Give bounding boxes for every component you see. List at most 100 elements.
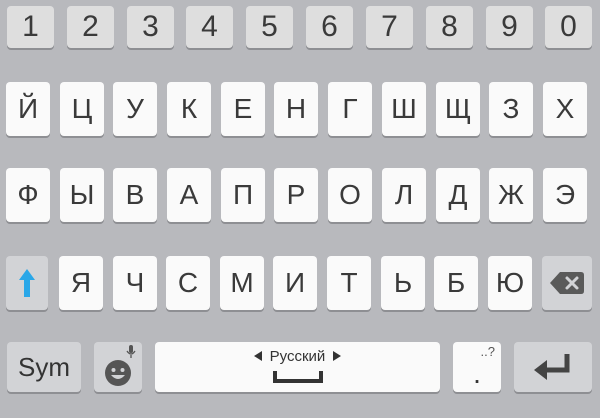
key-label: 1 [22, 10, 39, 43]
key-label: Н [285, 93, 307, 124]
keyboard: { "number_row": ["1","2","3","4","5","6"… [0, 0, 600, 418]
key-label: Т [340, 267, 358, 298]
key-label: Ш [391, 93, 417, 124]
key-label: Ч [125, 267, 145, 298]
key-letter[interactable]: Э [543, 168, 587, 222]
key-0[interactable]: 0 [545, 6, 592, 48]
language-switcher: Русский [253, 347, 342, 365]
key-letter[interactable]: Х [543, 82, 587, 136]
punctuation-hint: ..? [480, 344, 495, 359]
key-label: О [339, 179, 361, 210]
microphone-icon [126, 345, 136, 358]
key-3[interactable]: 3 [127, 6, 174, 48]
key-letter[interactable]: Ы [60, 168, 104, 222]
key-5[interactable]: 5 [246, 6, 293, 48]
key-label: У [126, 93, 144, 124]
key-label: Ы [69, 179, 95, 210]
period-label: . [473, 358, 481, 389]
key-letter[interactable]: М [220, 256, 264, 310]
sym-key[interactable]: Sym [7, 342, 81, 392]
key-label: Й [17, 93, 39, 124]
key-letter[interactable]: Ф [6, 168, 50, 222]
key-label: Ю [495, 267, 525, 298]
key-label: З [502, 93, 520, 124]
key-letter[interactable]: З [489, 82, 533, 136]
punctuation-key[interactable]: ..? . [453, 342, 501, 392]
key-letter[interactable]: У [113, 82, 157, 136]
key-label: 5 [261, 10, 278, 43]
space-bar-icon [272, 370, 323, 383]
key-letter[interactable]: Н [274, 82, 318, 136]
key-letter[interactable]: П [221, 168, 265, 222]
key-label: Г [342, 93, 358, 124]
key-2[interactable]: 2 [67, 6, 114, 48]
key-label: 0 [560, 10, 577, 43]
key-label: Х [555, 93, 575, 124]
key-letter[interactable]: К [167, 82, 211, 136]
emoji-key[interactable] [94, 342, 142, 392]
key-label: Я [70, 267, 92, 298]
key-letter[interactable]: Ю [488, 256, 532, 310]
key-label: 8 [441, 10, 458, 43]
key-label: 9 [501, 10, 518, 43]
key-label: П [232, 179, 254, 210]
key-letter[interactable]: Й [6, 82, 50, 136]
key-letter[interactable]: С [166, 256, 210, 310]
key-letter[interactable]: Ц [60, 82, 104, 136]
key-letter[interactable]: Ь [381, 256, 425, 310]
key-8[interactable]: 8 [426, 6, 473, 48]
key-letter[interactable]: Г [328, 82, 372, 136]
key-letter[interactable]: Е [221, 82, 265, 136]
key-letter[interactable]: Я [59, 256, 103, 310]
key-9[interactable]: 9 [486, 6, 533, 48]
key-label: Ж [498, 179, 524, 210]
key-label: К [180, 93, 198, 124]
key-label: 6 [321, 10, 338, 43]
key-label: Ф [17, 179, 39, 210]
key-letter[interactable]: Л [382, 168, 426, 222]
key-letter[interactable]: О [328, 168, 372, 222]
space-language-label: Русский [269, 347, 326, 365]
key-label: Щ [444, 93, 472, 124]
key-letter[interactable]: Ж [489, 168, 533, 222]
backspace-icon [550, 272, 584, 294]
key-label: С [177, 267, 199, 298]
key-letter[interactable]: Р [274, 168, 318, 222]
arrow-left-icon [253, 351, 262, 361]
key-label: М [230, 267, 254, 298]
key-label: А [179, 179, 199, 210]
key-label: 4 [201, 10, 218, 43]
key-letter[interactable]: Ш [382, 82, 426, 136]
key-label: Ь [393, 267, 413, 298]
key-4[interactable]: 4 [186, 6, 233, 48]
key-label: Л [394, 179, 414, 210]
backspace-key[interactable] [542, 256, 592, 310]
key-letter[interactable]: Ч [113, 256, 157, 310]
key-label: Э [554, 179, 576, 210]
key-label: И [284, 267, 306, 298]
key-1[interactable]: 1 [7, 6, 54, 48]
key-label: 3 [142, 10, 159, 43]
key-letter[interactable]: Б [434, 256, 478, 310]
enter-key[interactable] [514, 342, 592, 392]
key-letter[interactable]: Щ [436, 82, 480, 136]
key-7[interactable]: 7 [366, 6, 413, 48]
key-6[interactable]: 6 [306, 6, 353, 48]
key-letter[interactable]: Т [327, 256, 371, 310]
key-label: Д [448, 179, 468, 210]
enter-icon [534, 354, 570, 380]
key-letter[interactable]: А [167, 168, 211, 222]
key-label: Б [446, 267, 466, 298]
arrow-right-icon [333, 351, 342, 361]
key-letter[interactable]: В [113, 168, 157, 222]
key-label: Ц [71, 93, 93, 124]
shift-key[interactable] [6, 256, 48, 310]
key-label: В [125, 179, 145, 210]
emoji-icon [105, 360, 131, 386]
key-letter[interactable]: И [273, 256, 317, 310]
key-label: Е [233, 93, 253, 124]
key-label: Р [286, 179, 306, 210]
key-label: 7 [381, 10, 398, 43]
key-letter[interactable]: Д [436, 168, 480, 222]
space-key[interactable]: Русский [155, 342, 440, 392]
